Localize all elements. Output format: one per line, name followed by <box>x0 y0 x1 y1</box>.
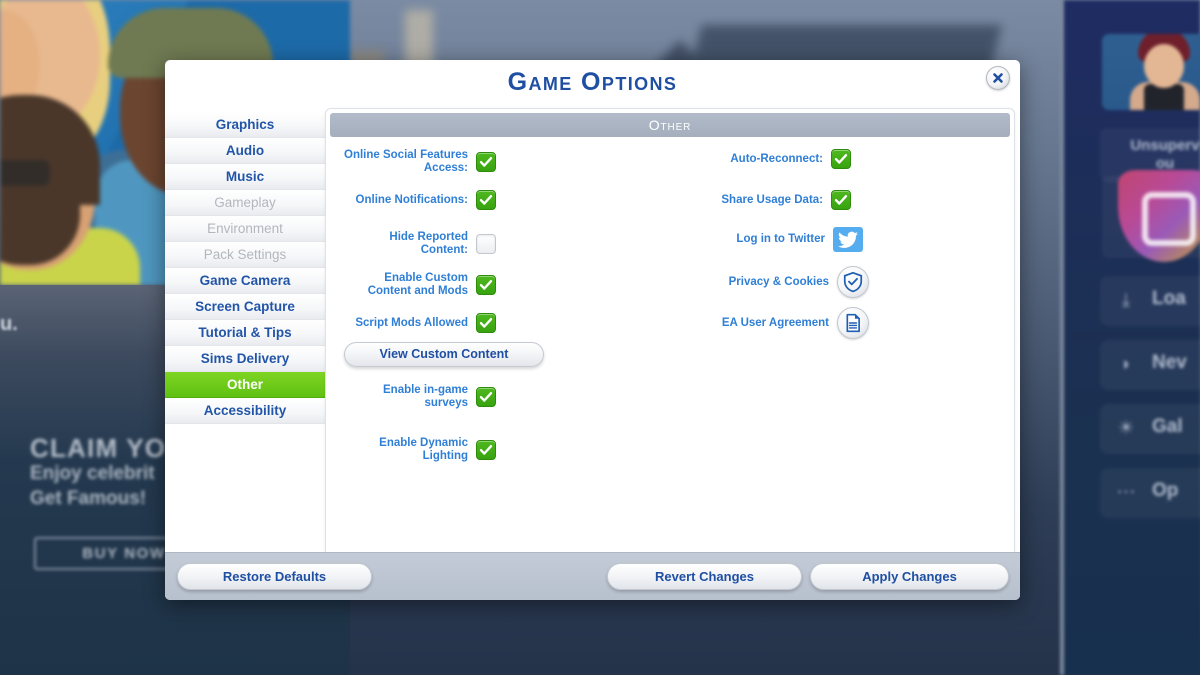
download-icon: ⤓ <box>1121 290 1131 311</box>
sidebar-item-new-label: Nev <box>1152 352 1187 373</box>
option-online-social-features[interactable]: Online Social Features Access: <box>344 149 496 175</box>
sidebar-item-accessibility[interactable]: Accessibility <box>165 398 325 424</box>
shield-badge-icon <box>1118 170 1200 262</box>
promo-ellipsis-text: u. <box>0 313 18 335</box>
sidebar-item-audio[interactable]: Audio <box>165 138 325 164</box>
view-custom-content-button[interactable]: View Custom Content <box>344 342 544 367</box>
promo-subtitle-line2: Get Famous! <box>30 488 147 509</box>
game-options-dialog: Game Options Graphics Audio Music Gamepl… <box>165 60 1020 600</box>
option-label: Auto-Reconnect: <box>730 152 823 165</box>
page-title: Game Options <box>507 68 678 96</box>
sidebar-item-new[interactable]: ◗ Nev <box>1100 340 1200 390</box>
option-label: Script Mods Allowed <box>355 316 468 329</box>
action-privacy-and-cookies[interactable]: Privacy & Cookies <box>729 266 869 298</box>
game-sidebar-panel: Unsuperv ou ⤓ Loa ◗ Nev ☀ Gal ⋯ Op <box>1060 0 1200 675</box>
checkbox-hide-reported-content[interactable] <box>476 234 496 254</box>
sidebar-item-load-label: Loa <box>1152 288 1186 309</box>
checkbox-script-mods-allowed[interactable] <box>476 313 496 333</box>
option-enable-ingame-surveys[interactable]: Enable in-game surveys <box>383 384 496 410</box>
sidebar-item-gallery[interactable]: ☀ Gal <box>1100 404 1200 454</box>
option-label: Enable Custom Content and Mods <box>367 272 468 297</box>
pack-badge[interactable] <box>1102 170 1200 262</box>
checkbox-enable-ingame-surveys[interactable] <box>476 387 496 407</box>
option-label: Enable in-game surveys <box>383 384 468 409</box>
ea-agreement-link-label: EA User Agreement <box>721 316 829 329</box>
status-line-1: Unsuperv <box>1130 137 1200 154</box>
sidebar-item-gameplay: Gameplay <box>165 190 325 216</box>
revert-changes-button[interactable]: Revert Changes <box>607 563 802 590</box>
checkbox-online-notifications[interactable] <box>476 190 496 210</box>
options-category-sidebar: Graphics Audio Music Gameplay Environmen… <box>165 112 325 424</box>
sidebar-item-pack-settings: Pack Settings <box>165 242 325 268</box>
sidebar-item-screen-capture[interactable]: Screen Capture <box>165 294 325 320</box>
sidebar-item-game-camera[interactable]: Game Camera <box>165 268 325 294</box>
checkbox-enable-custom-content[interactable] <box>476 275 496 295</box>
sidebar-item-graphics[interactable]: Graphics <box>165 112 325 138</box>
sidebar-item-options[interactable]: ⋯ Op <box>1100 468 1200 518</box>
checkbox-auto-reconnect[interactable] <box>831 149 851 169</box>
droplet-icon: ◗ <box>1120 354 1132 375</box>
lightbulb-icon: ☀ <box>1117 418 1135 439</box>
ellipsis-icon: ⋯ <box>1116 482 1136 503</box>
dialog-footer: Restore Defaults Revert Changes Apply Ch… <box>165 552 1020 600</box>
option-label: Share Usage Data: <box>721 193 823 206</box>
sidebar-item-gallery-label: Gal <box>1152 416 1183 437</box>
checkbox-share-usage-data[interactable] <box>831 190 851 210</box>
sidebar-item-music[interactable]: Music <box>165 164 325 190</box>
close-icon[interactable] <box>986 66 1010 90</box>
twitter-link-label: Log in to Twitter <box>736 233 825 245</box>
option-enable-dynamic-lighting[interactable]: Enable Dynamic Lighting <box>379 437 496 463</box>
checkbox-enable-dynamic-lighting[interactable] <box>476 440 496 460</box>
option-label: Hide Reported Content: <box>389 231 468 256</box>
action-ea-user-agreement[interactable]: EA User Agreement <box>722 307 869 339</box>
restore-defaults-button[interactable]: Restore Defaults <box>177 563 372 590</box>
twitter-icon[interactable] <box>833 227 863 252</box>
option-label: Online Social Features Access: <box>344 149 468 174</box>
section-header: Other <box>330 113 1010 137</box>
sidebar-item-sims-delivery[interactable]: Sims Delivery <box>165 346 325 372</box>
option-online-notifications[interactable]: Online Notifications: <box>356 190 496 210</box>
option-auto-reconnect[interactable]: Auto-Reconnect: <box>730 149 851 169</box>
promo-title: CLAIM YO <box>30 433 167 463</box>
sidebar-item-environment: Environment <box>165 216 325 242</box>
option-label: Enable Dynamic Lighting <box>379 437 468 462</box>
game-main-menu-background: u. CLAIM YO Enjoy celebrit Get Famous! BU… <box>0 0 1200 675</box>
option-enable-custom-content[interactable]: Enable Custom Content and Mods <box>368 272 496 298</box>
promo-subtitle-line1: Enjoy celebrit <box>30 463 155 484</box>
sidebar-item-load[interactable]: ⤓ Loa <box>1100 276 1200 326</box>
sim-avatar[interactable] <box>1102 34 1200 110</box>
option-share-usage-data[interactable]: Share Usage Data: <box>721 190 851 210</box>
document-icon[interactable] <box>837 307 869 339</box>
sidebar-item-other[interactable]: Other <box>165 372 325 398</box>
privacy-link-label: Privacy & Cookies <box>728 275 829 288</box>
option-script-mods-allowed[interactable]: Script Mods Allowed <box>355 313 496 333</box>
options-content-panel: Other Online Social Features Access: Onl… <box>325 108 1015 595</box>
option-label: Online Notifications: <box>355 193 468 206</box>
action-log-in-to-twitter[interactable]: Log in to Twitter <box>736 227 863 252</box>
apply-changes-button[interactable]: Apply Changes <box>810 563 1009 590</box>
shield-check-icon[interactable] <box>837 266 869 298</box>
sidebar-item-tutorial-tips[interactable]: Tutorial & Tips <box>165 320 325 346</box>
checkbox-online-social-features[interactable] <box>476 152 496 172</box>
option-hide-reported-content[interactable]: Hide Reported Content: <box>389 231 496 257</box>
sidebar-item-options-label: Op <box>1152 480 1179 501</box>
